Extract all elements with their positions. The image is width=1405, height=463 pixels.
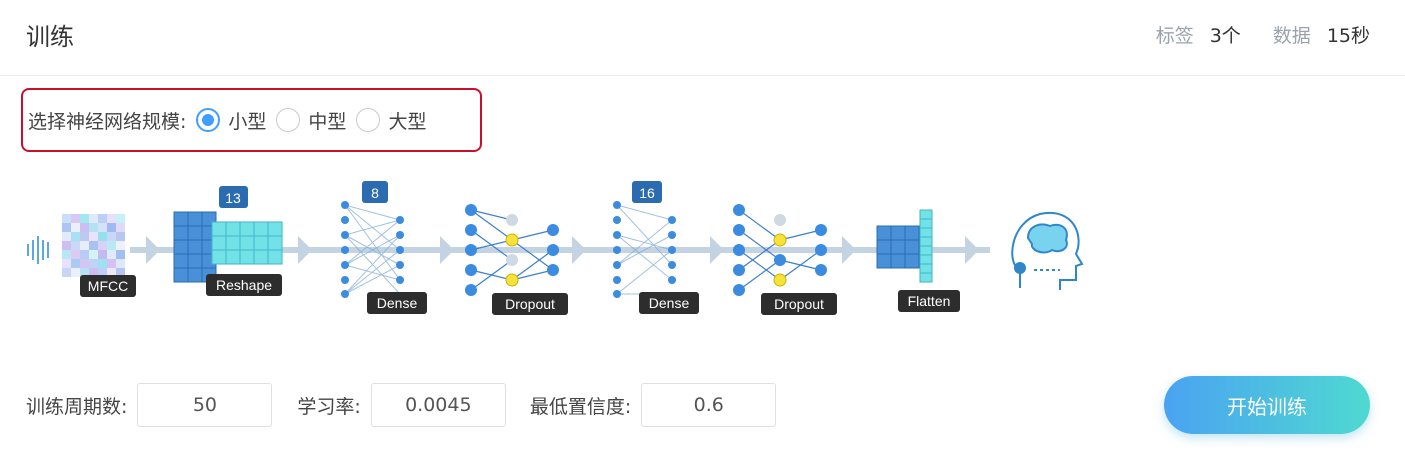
epochs-input[interactable]: 50 <box>137 383 273 427</box>
radio-medium-label[interactable]: 中型 <box>308 107 346 134</box>
training-params: 训练周期数: 50 学习率: 0.0045 最低置信度: 0.6 <box>26 383 777 427</box>
reshape-block: 13 Reshape <box>173 186 283 296</box>
radio-small-label[interactable]: 小型 <box>228 107 266 134</box>
data-label: 数据 <box>1272 25 1311 47</box>
svg-text:Flatten: Flatten <box>908 293 951 309</box>
start-training-button[interactable]: 开始训练 <box>1164 376 1370 434</box>
audio-waveform-icon <box>27 236 49 264</box>
learning-rate-label: 学习率: <box>297 395 361 418</box>
confidence-label: 最低置信度: <box>529 395 632 418</box>
stats-summary: 标签 3个 数据 15秒 <box>1156 21 1370 48</box>
dropout-layer-2: Dropout <box>733 204 837 315</box>
radio-large[interactable]: 大型 <box>356 107 426 134</box>
ai-head-icon <box>1011 211 1084 290</box>
confidence-input[interactable]: 0.6 <box>641 383 777 427</box>
svg-text:Dense: Dense <box>377 295 418 311</box>
mfcc-grid <box>62 214 125 277</box>
radio-medium-circle[interactable] <box>276 108 301 132</box>
svg-text:Dropout: Dropout <box>774 296 824 312</box>
svg-text:Reshape: Reshape <box>216 277 272 293</box>
svg-text:Dropout: Dropout <box>505 296 555 312</box>
model-size-selector: 选择神经网络规模: 小型 中型 大型 <box>21 88 482 152</box>
svg-text:8: 8 <box>371 185 379 201</box>
radio-medium[interactable]: 中型 <box>276 107 346 134</box>
radio-large-label[interactable]: 大型 <box>388 107 426 134</box>
svg-text:13: 13 <box>225 190 241 206</box>
mfcc-tag: MFCC <box>80 275 136 297</box>
model-size-label: 选择神经网络规模: <box>28 110 187 133</box>
svg-text:Dense: Dense <box>649 295 690 311</box>
page-title: 训练 <box>26 23 74 51</box>
learning-rate-input[interactable]: 0.0045 <box>370 383 506 427</box>
tags-value: 3个 <box>1209 25 1241 47</box>
svg-text:MFCC: MFCC <box>88 278 128 294</box>
epochs-label: 训练周期数: <box>26 395 128 418</box>
data-value: 15秒 <box>1326 25 1370 47</box>
tags-label: 标签 <box>1155 25 1194 47</box>
svg-text:16: 16 <box>639 185 655 201</box>
dropout-layer-1: Dropout <box>465 204 568 315</box>
flatten-layer: Flatten <box>876 209 960 312</box>
network-pipeline-diagram: MFCC 13 Reshape 8 Dense Dropout 16 Dense… <box>27 181 1084 315</box>
header-bar: 训练 标签 3个 数据 15秒 <box>0 0 1405 76</box>
radio-small[interactable]: 小型 <box>196 107 266 134</box>
radio-large-circle[interactable] <box>356 108 381 132</box>
radio-small-circle[interactable] <box>196 108 221 132</box>
